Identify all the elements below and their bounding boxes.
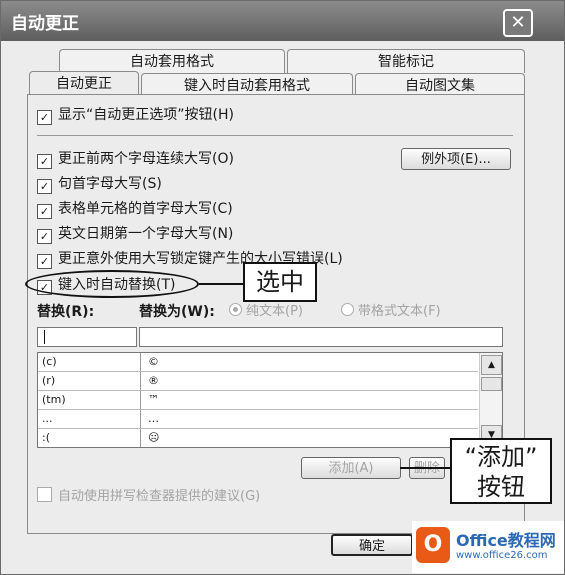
- radio-formatted-text[interactable]: 带格式文本(F): [341, 302, 441, 322]
- list-item-from: :(: [42, 431, 50, 444]
- callout-ellipse: [25, 270, 199, 298]
- list-item-to: ☹: [148, 431, 160, 444]
- radio-label: 带格式文本(F): [358, 304, 441, 319]
- option-show-buttons[interactable]: ✓ 显示“自动更正选项”按钮(H): [37, 105, 234, 125]
- radio-plain-text[interactable]: 纯文本(P): [229, 302, 303, 322]
- list-item-from: (c): [42, 355, 57, 368]
- watermark-url: www.office26.com: [456, 550, 548, 561]
- option-label: 更正前两个字母连续大写(O): [58, 151, 234, 167]
- checkbox-checked-icon[interactable]: ✓: [37, 204, 52, 219]
- title-bar: 自动更正 ✕: [1, 1, 564, 41]
- callout-add-line1: “添加”: [464, 443, 538, 471]
- option-label: 表格单元格的首字母大写(C): [58, 201, 233, 217]
- callout-line: [199, 283, 243, 285]
- watermark: O Office教程网 www.office26.com: [412, 521, 564, 573]
- tab-smart-tags[interactable]: 智能标记: [287, 49, 525, 73]
- list-item[interactable]: :( ☹: [38, 429, 478, 447]
- replacement-list[interactable]: (c) © (r) ® (tm) ™... … :( ☹ ▲ ▼: [37, 352, 503, 448]
- list-item-to: ®: [148, 374, 159, 387]
- callout-add-line2: 按钮: [477, 473, 525, 501]
- checkbox-checked-icon[interactable]: ✓: [37, 229, 52, 244]
- option-spellcheck[interactable]: 自动使用拼写检查器提供的建议(G): [37, 487, 260, 507]
- tab-autoformat[interactable]: 自动套用格式: [59, 49, 285, 73]
- option-label: 英文日期第一个字母大写(N): [58, 226, 234, 242]
- option-label: 显示“自动更正选项”按钮(H): [58, 107, 234, 123]
- list-item[interactable]: (r) ®: [38, 372, 478, 391]
- close-button[interactable]: ✕: [503, 9, 533, 37]
- scroll-up-icon[interactable]: ▲: [481, 355, 502, 375]
- text-cursor: [44, 330, 45, 344]
- option-label: 自动使用拼写检查器提供的建议(G): [58, 489, 261, 504]
- option-sentence-cap[interactable]: ✓ 句首字母大写(S): [37, 174, 162, 194]
- list-item[interactable]: ... …: [38, 410, 478, 429]
- replace-input[interactable]: [37, 327, 137, 347]
- callout-select: 选中: [243, 262, 317, 302]
- list-item[interactable]: (c) ©: [38, 353, 478, 372]
- scroll-thumb[interactable]: [481, 377, 502, 391]
- exceptions-button[interactable]: 例外项(E)...: [401, 148, 511, 170]
- callout-line: [400, 467, 450, 469]
- divider: [37, 135, 513, 136]
- with-label: 替换为(W):: [139, 304, 215, 320]
- office-logo-icon: O: [416, 527, 450, 563]
- list-item-to: ©: [148, 355, 159, 368]
- replace-label: 替换(R):: [37, 304, 95, 320]
- list-item-to: ™: [148, 393, 159, 406]
- watermark-name: Office教程网: [456, 531, 556, 550]
- checkbox-checked-icon[interactable]: ✓: [37, 110, 52, 125]
- radio-unselected-icon[interactable]: [341, 303, 354, 316]
- checkbox-checked-icon[interactable]: ✓: [37, 179, 52, 194]
- add-button[interactable]: 添加(A): [301, 457, 401, 479]
- list-item-from: ...: [42, 412, 53, 425]
- checkbox-unchecked-icon[interactable]: [37, 487, 52, 502]
- dialog-title: 自动更正: [11, 14, 79, 34]
- list-item-to: …: [148, 412, 159, 425]
- option-table-cell-cap[interactable]: ✓ 表格单元格的首字母大写(C): [37, 199, 233, 219]
- checkbox-checked-icon[interactable]: ✓: [37, 154, 52, 169]
- with-input[interactable]: [139, 327, 503, 347]
- ok-button[interactable]: 确定: [331, 534, 413, 556]
- checkbox-checked-icon[interactable]: ✓: [37, 254, 52, 269]
- option-two-caps[interactable]: ✓ 更正前两个字母连续大写(O): [37, 149, 234, 169]
- radio-selected-icon[interactable]: [229, 303, 242, 316]
- option-day-names[interactable]: ✓ 英文日期第一个字母大写(N): [37, 224, 233, 244]
- list-item-from: (r): [42, 374, 56, 387]
- list-scrollbar[interactable]: ▲ ▼: [479, 353, 502, 447]
- list-item-from: (tm): [42, 393, 66, 406]
- option-label: 句首字母大写(S): [58, 176, 162, 192]
- callout-add-button: “添加” 按钮: [450, 438, 552, 504]
- radio-label: 纯文本(P): [246, 304, 303, 319]
- list-item[interactable]: (tm) ™: [38, 391, 478, 410]
